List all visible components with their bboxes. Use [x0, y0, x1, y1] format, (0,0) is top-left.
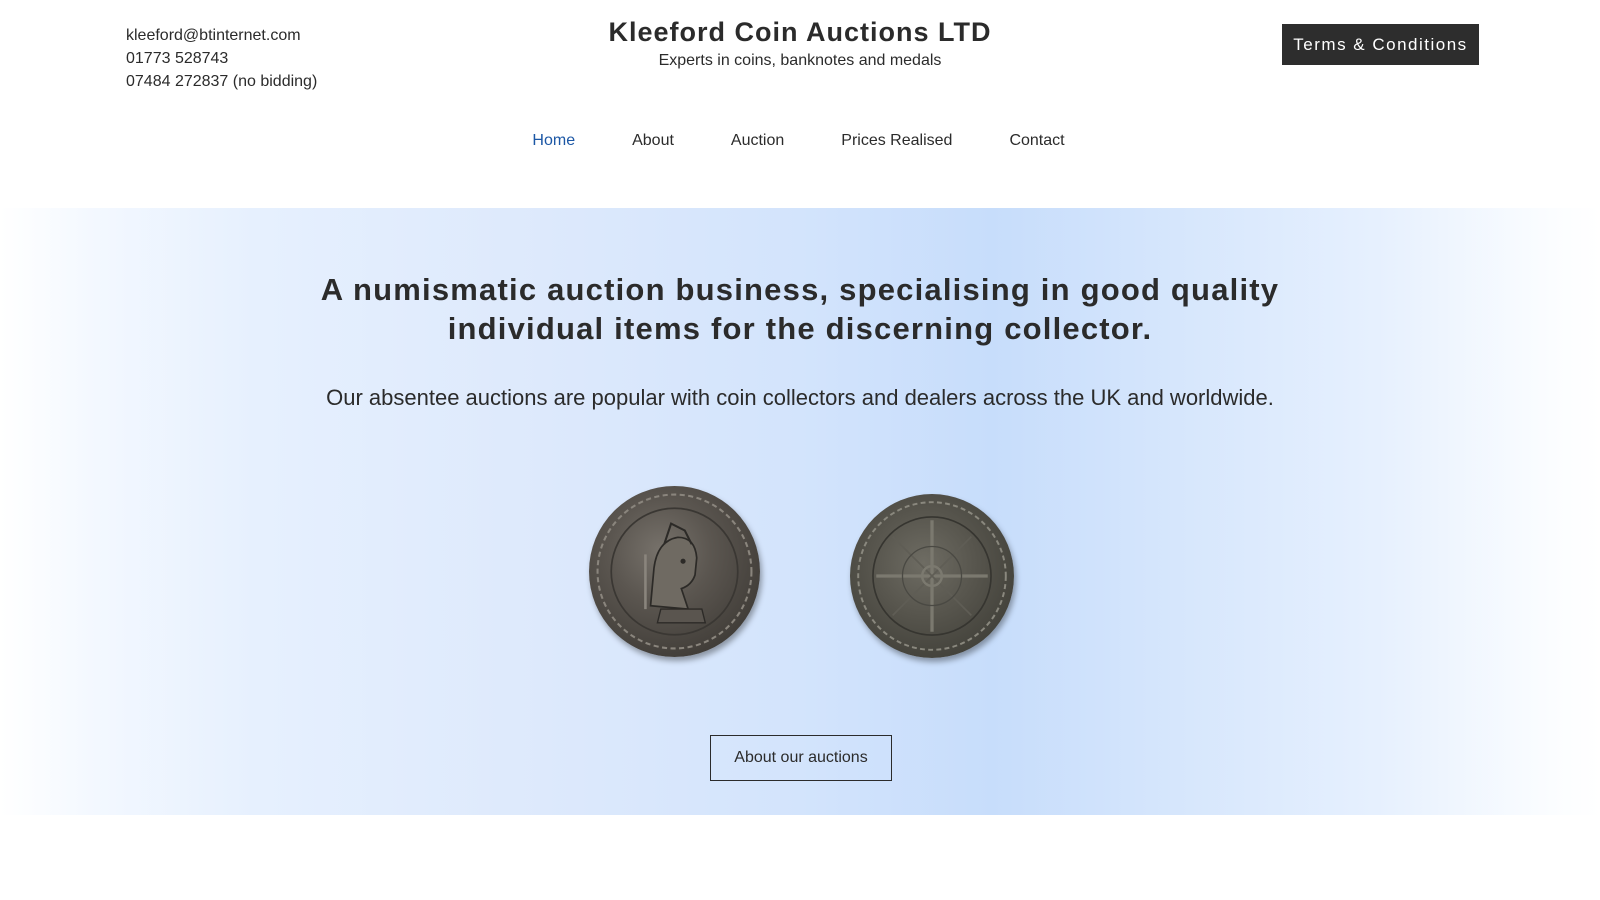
terms-conditions-button[interactable]: Terms & Conditions	[1282, 24, 1479, 65]
nav-item-about[interactable]: About	[632, 132, 674, 150]
contact-mobile: 07484 272837 (no bidding)	[126, 73, 318, 90]
nav-item-home[interactable]: Home	[532, 132, 575, 150]
hero-section: A numismatic auction business, specialis…	[0, 208, 1600, 815]
hero-subline: Our absentee auctions are popular with c…	[326, 385, 1274, 410]
coin-reverse-image	[850, 494, 1014, 658]
main-nav: Home About Auction Prices Realised Conta…	[0, 132, 1600, 150]
hero-headline-line1: A numismatic auction business, specialis…	[320, 272, 1280, 307]
nav-item-prices-realised[interactable]: Prices Realised	[841, 132, 952, 150]
about-auctions-button[interactable]: About our auctions	[710, 735, 892, 781]
nav-item-auction[interactable]: Auction	[731, 132, 784, 150]
coin-obverse-image	[589, 486, 760, 657]
nav-item-contact[interactable]: Contact	[1009, 132, 1064, 150]
hero-headline-line2: individual items for the discerning coll…	[447, 311, 1153, 346]
hero-headline: A numismatic auction business, specialis…	[0, 270, 1600, 348]
